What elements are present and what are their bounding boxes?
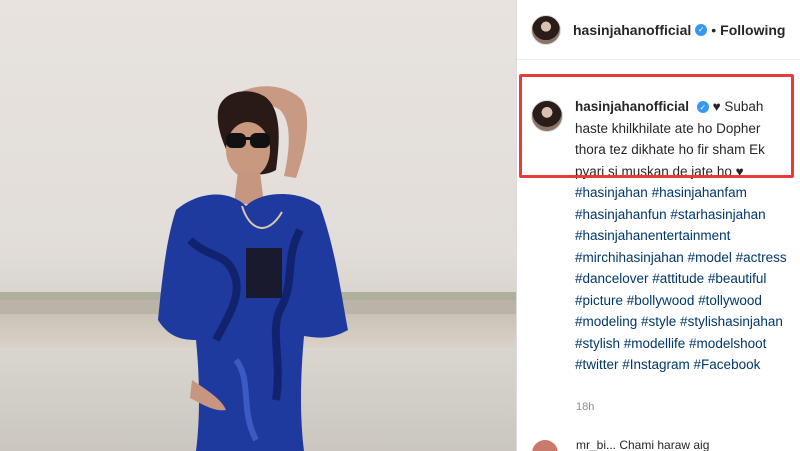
heart-icon: ♥ [712, 99, 721, 114]
post-timestamp: 18h [576, 401, 595, 413]
caption-text: hasinjahanofficial ✓ ♥ Subah haste khilk… [575, 96, 787, 376]
caption-verified-badge-icon: ✓ [696, 101, 709, 114]
next-comment-text: mr_bi... Chami haraw aig [576, 438, 710, 451]
panel-divider [516, 0, 517, 451]
caption-username[interactable]: hasinjahanofficial [575, 99, 689, 114]
post-header: hasinjahanofficial ✓ • Following [517, 0, 800, 60]
next-comment: mr_bi... Chami haraw aig [532, 438, 800, 451]
avatar[interactable] [531, 14, 561, 45]
next-comment-avatar[interactable] [532, 440, 558, 451]
caption-avatar[interactable] [531, 100, 563, 132]
photo-person [158, 86, 348, 451]
post-username[interactable]: hasinjahanofficial [573, 22, 691, 38]
verified-badge-icon: ✓ [695, 23, 708, 36]
following-button[interactable]: Following [720, 22, 785, 38]
separator-dot: • [711, 21, 717, 38]
caption-hashtags[interactable]: #hasinjahan #hasinjahanfam #hasinjahanfu… [575, 185, 787, 372]
post-photo[interactable] [0, 0, 516, 451]
heart-icon-2: ♥ [735, 163, 744, 179]
